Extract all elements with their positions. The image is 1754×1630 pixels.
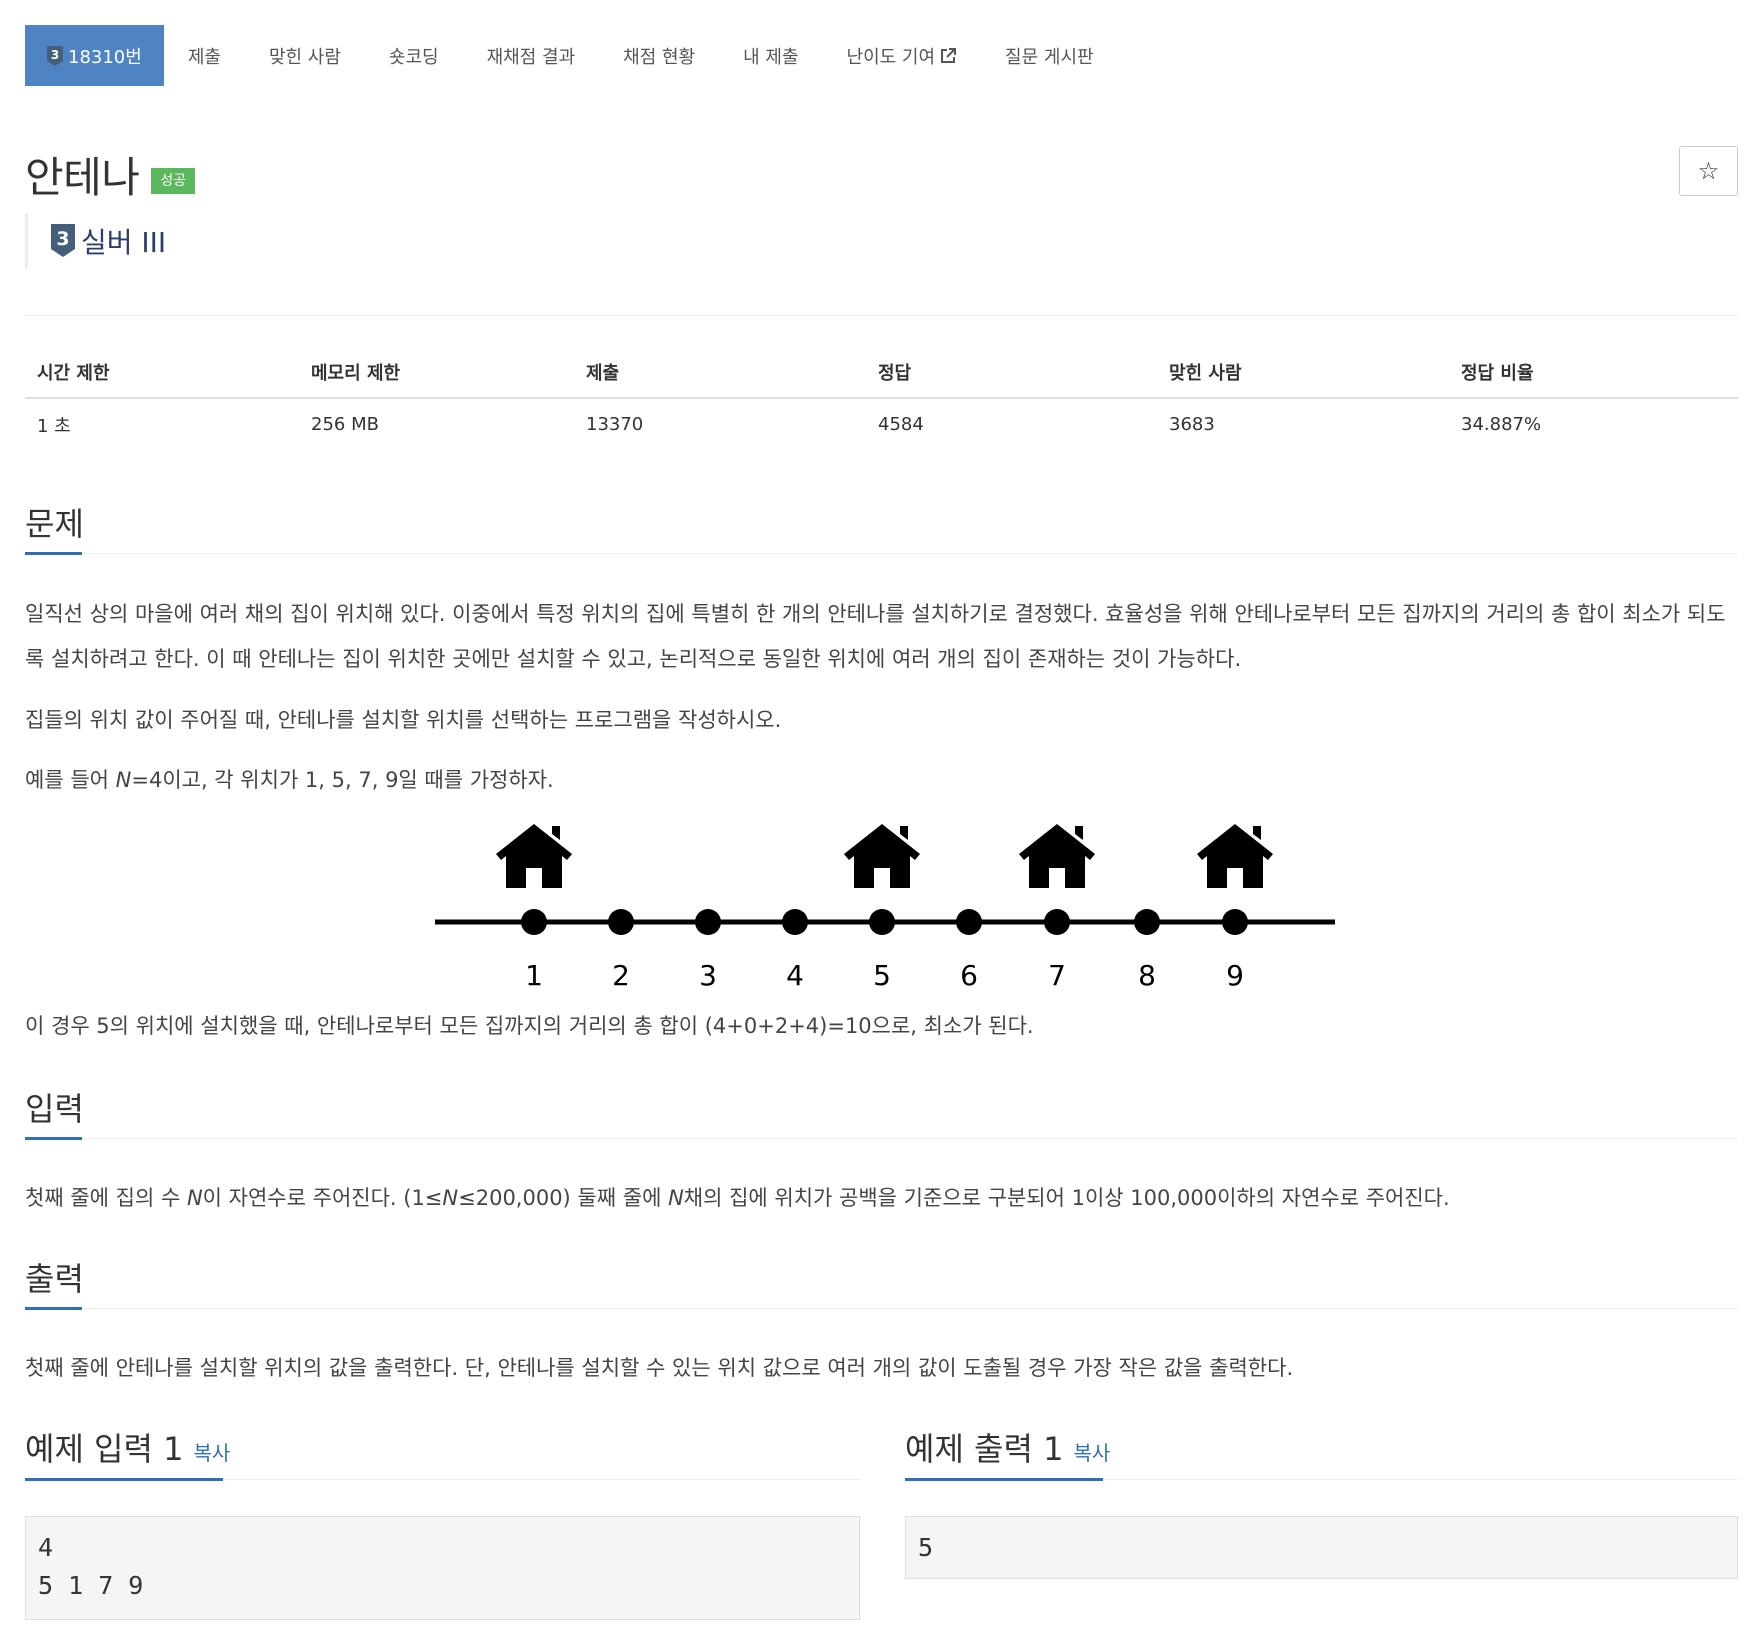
position-label: 1 xyxy=(525,959,543,992)
problem-title-row: 안테나 성공 xyxy=(25,144,196,205)
section-underline xyxy=(25,1478,223,1481)
number-line-point xyxy=(608,909,634,935)
svg-text:3: 3 xyxy=(51,48,59,62)
section-underline xyxy=(905,1478,1103,1481)
position-label: 7 xyxy=(1048,959,1066,992)
position-label: 8 xyxy=(1138,959,1156,992)
tab-judge-status[interactable]: 채점 현황 xyxy=(599,25,719,86)
house-icon xyxy=(1197,824,1273,888)
number-line-point xyxy=(1222,909,1248,935)
position-label: 5 xyxy=(873,959,891,992)
position-label: 4 xyxy=(786,959,804,992)
tab-submit[interactable]: 제출 xyxy=(164,25,245,86)
silver-tier-icon: 3 xyxy=(47,45,63,66)
header-solved-users: 맞힌 사람 xyxy=(1157,346,1449,399)
text-fragment: ≤200,000) 둘째 줄에 xyxy=(458,1186,669,1210)
tab-difficulty-contribution[interactable]: 난이도 기여 xyxy=(823,25,982,86)
value-memory-limit: 256 MB xyxy=(311,414,379,435)
tab-problem-number-label: 18310번 xyxy=(68,46,142,68)
divider xyxy=(25,1308,1738,1309)
header-correct-ratio: 정답 비율 xyxy=(1449,346,1738,399)
favorite-star-button[interactable]: ☆ xyxy=(1679,146,1738,196)
tab-my-submissions[interactable]: 내 제출 xyxy=(719,25,822,86)
text-fragment: 이 자연수로 주어진다. (1≤ xyxy=(202,1186,443,1210)
houses-number-line-figure: 1 2 3 4 5 6 7 8 9 xyxy=(430,808,1340,1002)
problem-description-1: 일직선 상의 마을에 여러 채의 집이 위치해 있다. 이중에서 특정 위치의 … xyxy=(25,602,1726,671)
value-correct: 4584 xyxy=(878,414,924,435)
number-line-point xyxy=(695,909,721,935)
table-row: 1 초 256 MB 13370 4584 3683 34.887% xyxy=(25,398,1738,450)
number-line-point xyxy=(1134,909,1160,935)
tab-difficulty-contribution-label: 난이도 기여 xyxy=(846,46,936,68)
section-problem-heading: 문제 xyxy=(25,505,84,543)
value-correct-ratio: 34.887% xyxy=(1461,414,1542,435)
text-fragment: 채의 집에 위치가 공백을 기준으로 구분되어 1이상 100,000이하의 자… xyxy=(683,1186,1450,1210)
output-description: 첫째 줄에 안테나를 설치할 위치의 값을 출력한다. 단, 안테나를 설치할 … xyxy=(25,1356,1294,1380)
sample-output-box[interactable]: 5 xyxy=(905,1516,1738,1579)
problem-description-3: 예를 들어 N=4이고, 각 위치가 1, 5, 7, 9일 때를 가정하자. xyxy=(25,758,1738,803)
header-time-limit: 시간 제한 xyxy=(25,346,299,399)
header-submissions: 제출 xyxy=(574,346,866,399)
tab-problem-number[interactable]: 3 18310번 xyxy=(25,25,164,86)
tab-solved-users[interactable]: 맞힌 사람 xyxy=(245,25,365,86)
divider xyxy=(25,553,1738,554)
value-time-limit: 1 초 xyxy=(37,415,71,437)
house-icon xyxy=(1019,824,1095,888)
value-solved-users: 3683 xyxy=(1169,414,1215,435)
number-line-point xyxy=(521,909,547,935)
silver-tier-icon: 3 xyxy=(51,224,75,258)
copy-sample-output-link[interactable]: 복사 xyxy=(1073,1441,1110,1465)
problem-description-4: 이 경우 5의 위치에 설치했을 때, 안테나로부터 모든 집까지의 거리의 총… xyxy=(25,1014,1034,1038)
text-fragment: =4이고, 각 위치가 1, 5, 7, 9일 때를 가정하자. xyxy=(131,768,554,792)
sample-output-title: 예제 출력 1 xyxy=(905,1430,1064,1468)
problem-tier: 3 실버 III xyxy=(25,213,166,269)
number-line-point xyxy=(782,909,808,935)
position-label: 6 xyxy=(960,959,978,992)
value-submissions: 13370 xyxy=(586,414,644,435)
tier-label[interactable]: 실버 III xyxy=(81,221,166,261)
sample-input-box[interactable]: 4 5 1 7 9 xyxy=(25,1516,860,1620)
problem-description-2: 집들의 위치 값이 주어질 때, 안테나를 설치할 위치를 선택하는 프로그램을… xyxy=(25,708,782,732)
input-description: 첫째 줄에 집의 수 N이 자연수로 주어진다. (1≤N≤200,000) 둘… xyxy=(25,1176,1738,1221)
house-icon xyxy=(496,824,572,888)
variable-n: N xyxy=(668,1186,684,1210)
page-title: 안테나 xyxy=(25,153,140,202)
number-line-svg: 1 2 3 4 5 6 7 8 9 xyxy=(435,824,1335,992)
problem-nav-tabs: 3 18310번 제출 맞힌 사람 숏코딩 재채점 결과 채점 현황 내 제출 … xyxy=(25,25,1118,86)
header-correct: 정답 xyxy=(866,346,1157,399)
copy-sample-input-link[interactable]: 복사 xyxy=(193,1441,230,1465)
tab-short-coding[interactable]: 숏코딩 xyxy=(365,25,463,86)
number-line-point xyxy=(869,909,895,935)
sample-output-heading: 예제 출력 1 복사 xyxy=(905,1424,1110,1470)
status-badge: 성공 xyxy=(151,167,196,194)
external-link-icon xyxy=(939,47,957,65)
tab-question-board[interactable]: 질문 게시판 xyxy=(981,25,1118,86)
position-label: 2 xyxy=(612,959,630,992)
table-header-row: 시간 제한 메모리 제한 제출 정답 맞힌 사람 정답 비율 xyxy=(25,346,1738,399)
position-label: 3 xyxy=(699,959,717,992)
text-fragment: 예를 들어 xyxy=(25,768,116,792)
divider xyxy=(25,1138,1738,1139)
variable-n: N xyxy=(186,1186,203,1210)
section-output-heading: 출력 xyxy=(25,1260,84,1298)
problem-info-table: 시간 제한 메모리 제한 제출 정답 맞힌 사람 정답 비율 1 초 256 M… xyxy=(25,346,1738,450)
svg-text:3: 3 xyxy=(56,228,69,250)
number-line-point xyxy=(956,909,982,935)
section-underline xyxy=(25,1307,82,1310)
divider xyxy=(25,315,1738,316)
variable-n: N xyxy=(115,768,132,792)
section-underline xyxy=(25,552,82,555)
section-input-heading: 입력 xyxy=(25,1090,84,1128)
house-icon xyxy=(844,824,920,888)
number-line-point xyxy=(1044,909,1070,935)
sample-input-title: 예제 입력 1 xyxy=(25,1430,184,1468)
tab-rejudge-results[interactable]: 재채점 결과 xyxy=(463,25,600,86)
section-underline xyxy=(25,1137,82,1140)
sample-input-heading: 예제 입력 1 복사 xyxy=(25,1424,230,1470)
variable-n: N xyxy=(442,1186,459,1210)
text-fragment: 첫째 줄에 집의 수 xyxy=(25,1186,187,1210)
position-label: 9 xyxy=(1226,959,1244,992)
header-memory-limit: 메모리 제한 xyxy=(299,346,574,399)
